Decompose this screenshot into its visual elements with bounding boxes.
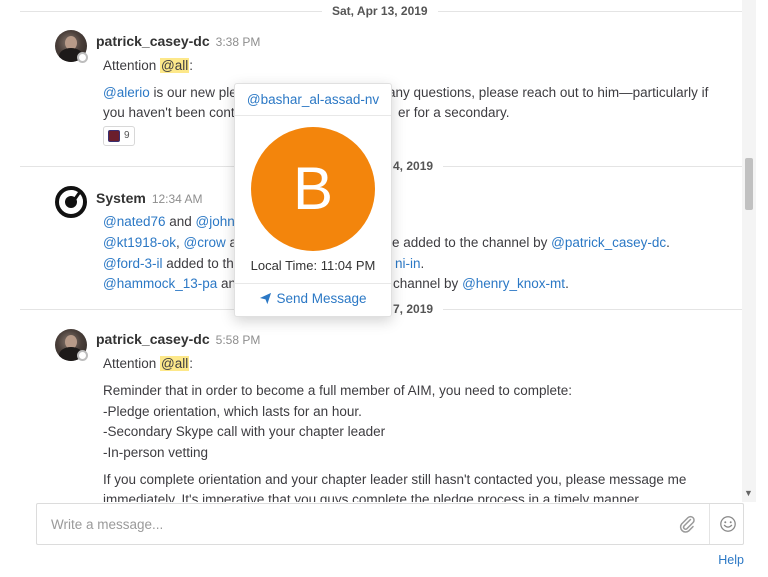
mention-link[interactable]: @johnı [196,214,239,229]
message-text: immediately. It's imperative that you gu… [103,492,642,502]
popover-username[interactable]: @bashar_al-assad-nv [235,84,391,116]
mention-link[interactable]: @crow [184,235,226,250]
date-divider-label: 7, 2019 [383,302,444,316]
profile-avatar: B [251,127,375,251]
mention-link[interactable]: @kt1918-ok [103,235,176,250]
mention-link[interactable]: @alerio [103,85,150,100]
scrollbar-thumb[interactable] [745,158,753,210]
mention-link[interactable]: @patrick_casey-dc [551,235,666,250]
post-username[interactable]: patrick_casey-dc 3:38 PM [96,33,260,50]
message-text: @hammock_13-pa an [103,276,237,291]
chevron-down-icon[interactable]: ▼ [744,488,753,498]
message-input[interactable] [37,504,677,544]
message-text: -Secondary Skype call with your chapter … [103,424,386,439]
mention-link[interactable]: ni-in [395,256,421,271]
post-username[interactable]: patrick_casey-dc 5:58 PM [96,331,260,348]
mention-all[interactable]: @all [160,58,190,73]
post-time[interactable]: 5:58 PM [216,333,261,347]
message-text: @nated76 and @johnı [103,214,239,229]
date-divider-label: Sat, Apr 13, 2019 [322,4,438,18]
message-text: Reminder that in order to become a full … [103,383,572,398]
paperclip-icon[interactable] [677,514,697,534]
reaction-count: 9 [124,130,130,141]
message-text: er for a secondary. [398,105,510,120]
message-text: Attention @all: [103,58,194,73]
message-text: @alerio is our new ple [103,85,237,100]
message-text: If you complete orientation and your cha… [103,472,687,487]
message-text: any questions, please reach out to him—p… [388,85,709,100]
popover-divider [235,283,391,284]
mention-link[interactable]: @nated76 [103,214,166,229]
mention-link[interactable]: @henry_knox-mt [462,276,565,291]
crest-emoji-icon [108,130,120,142]
post-time[interactable]: 3:38 PM [216,35,261,49]
status-offline-icon [77,350,88,361]
system-logo-icon [55,186,87,218]
local-time: Local Time: 11:04 PM [250,258,376,273]
status-offline-icon [77,52,88,63]
help-link[interactable]: Help [718,553,744,567]
message-text: you haven't been cont [103,105,235,120]
message-text: @ford-3-il added to th [103,256,234,271]
paper-plane-icon [260,292,272,305]
date-divider-label: 4, 2019 [383,159,444,173]
post-time[interactable]: 12:34 AM [152,192,203,206]
profile-popover: @bashar_al-assad-nv B Local Time: 11:04 … [234,83,392,317]
mention-link[interactable]: @ford-3-il [103,256,162,271]
message-text: Attention @all: [103,356,194,371]
message-text: -Pledge orientation, which lasts for an … [103,404,362,419]
post-username[interactable]: System 12:34 AM [96,190,203,207]
feed-scrollbar[interactable]: ▼ [742,0,756,502]
reaction-button[interactable]: 9 [103,126,135,146]
send-message-label[interactable]: Send Message [276,291,366,306]
mention-all[interactable]: @all [160,356,190,371]
message-text: channel by @henry_knox-mt. [393,276,569,291]
message-text: ni-in. [395,256,425,271]
message-text: -In-person vetting [103,445,209,460]
message-composer [36,503,744,545]
emoji-button[interactable] [709,504,745,544]
message-text: ere added to the channel by @patrick_cas… [380,235,670,250]
mention-link[interactable]: @hammock_13-pa [103,276,217,291]
send-message-button[interactable]: Send Message [235,291,391,306]
smiley-icon [720,516,736,532]
message-text: @kt1918-ok, @crow a [103,235,237,250]
